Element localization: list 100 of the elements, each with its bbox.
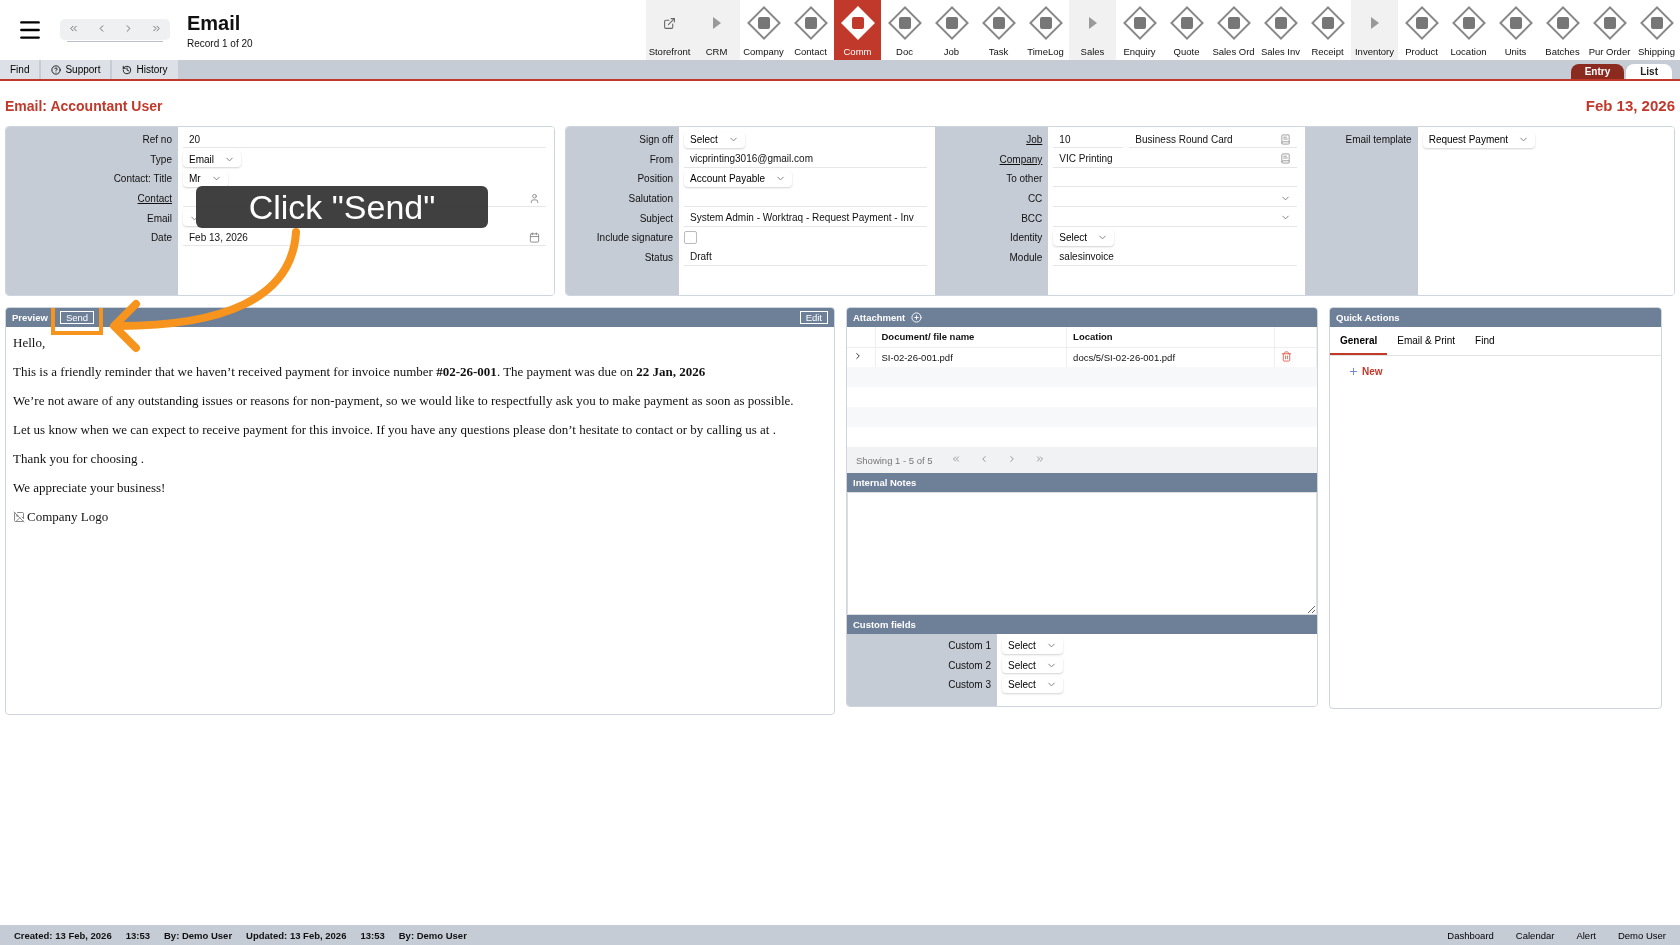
field-label: Type	[149, 153, 173, 165]
panel-title: Attachment	[853, 312, 906, 323]
field-label: Contact: Title	[112, 173, 173, 185]
status-text: By: Demo User	[164, 929, 233, 941]
column-header: Document/ file name	[875, 327, 1067, 347]
highlight-frame	[50, 308, 104, 335]
triangle-icon	[712, 17, 721, 29]
calendar-icon	[529, 231, 540, 243]
status-text: 13:53	[125, 929, 150, 941]
book-icon	[1279, 133, 1291, 145]
email-paragraph: We appreciate your business!	[13, 480, 167, 496]
lookup-field[interactable]: Business Round Card	[1129, 131, 1297, 149]
select-field[interactable]: Email	[183, 151, 241, 168]
panel-title: Preview	[12, 312, 48, 323]
help-icon	[51, 64, 62, 75]
field-label: Email template	[1344, 134, 1413, 146]
field-label-link[interactable]: Job	[935, 134, 1049, 146]
new-button[interactable]: New	[1348, 366, 1643, 377]
select-field[interactable]: Request Payment	[1422, 131, 1536, 148]
status-link[interactable]: Demo User	[1617, 929, 1666, 941]
instruction-tooltip: Click "Send"	[196, 186, 488, 228]
menu-item[interactable]: Find	[0, 60, 40, 79]
field-label: CC	[1026, 193, 1044, 205]
column-header: Location	[1066, 327, 1275, 347]
expand-icon[interactable]	[853, 351, 863, 362]
broken-image-icon	[13, 511, 25, 523]
send-button[interactable]: Send	[59, 311, 95, 324]
image-alt-text: Company Logo	[27, 509, 109, 525]
tab[interactable]: Find	[1465, 327, 1505, 355]
notes-field[interactable]	[847, 492, 1317, 615]
email-paragraph: We’re not aware of any outstanding issues or reasons for non-payment, so we would like to respectfully ask you to make payment as soon as possible.	[13, 393, 795, 409]
select-field[interactable]: Select	[1002, 657, 1063, 674]
status-text: Updated: 13 Feb, 2026	[246, 929, 347, 941]
first-icon[interactable]	[68, 23, 80, 34]
field-label-link[interactable]: Company	[935, 153, 1049, 165]
field-label: Custom 1	[947, 640, 992, 652]
last-page-icon[interactable]	[1034, 454, 1045, 464]
text-field[interactable]: salesinvoice	[1053, 248, 1297, 266]
select-field[interactable]: Mr	[183, 171, 228, 187]
record-title: Email: Accountant User	[5, 97, 163, 114]
external-link-icon	[663, 16, 676, 30]
status-text: By: Demo User	[398, 929, 467, 941]
field-label: BCC	[1020, 212, 1044, 224]
first-page-icon[interactable]	[950, 454, 961, 464]
toolbar-button[interactable]: Sales	[1069, 0, 1116, 60]
view-tab[interactable]: Entry	[1570, 64, 1625, 79]
field-label: Date	[149, 232, 173, 244]
select-field[interactable]: Select	[1002, 637, 1063, 654]
tab[interactable]: General	[1330, 327, 1388, 355]
toolbar-button[interactable]: CRM	[693, 0, 740, 60]
view-tab[interactable]: List	[1626, 64, 1672, 79]
email-paragraph: Let us know when we can expect to receive payment for this invoice. If you have any questions please don’t hesitate to contact or by calling us at .	[13, 422, 777, 438]
email-paragraph: Thank you for choosing .	[13, 451, 146, 467]
text-field[interactable]: vicprinting3016@gmail.com	[684, 150, 928, 168]
toolbar-button[interactable]: Comm	[834, 0, 881, 60]
edit-button[interactable]: Edit	[799, 311, 828, 324]
menu-item[interactable]: Support	[41, 60, 111, 79]
toolbar-button[interactable]: Inventory	[1351, 0, 1398, 60]
page-title: Email	[187, 11, 242, 35]
status-link[interactable]: Calendar	[1515, 929, 1555, 941]
add-icon[interactable]	[911, 312, 923, 323]
last-icon[interactable]	[150, 23, 162, 34]
email-paragraph: Hello,	[13, 335, 47, 351]
triangle-icon	[1370, 17, 1379, 29]
pager-text: Showing 1 - 5 of 5	[856, 454, 933, 466]
person-icon	[529, 192, 540, 204]
delete-icon[interactable]	[1281, 350, 1292, 362]
field-label: Custom 3	[947, 679, 992, 691]
checkbox[interactable]	[684, 231, 697, 245]
field-label: To other	[1005, 173, 1044, 185]
field-label-link[interactable]: Contact	[6, 193, 178, 205]
select-field[interactable]: Select	[684, 131, 745, 148]
email-paragraph: This is a friendly reminder that we haven’t received payment for invoice number #02-26-001. The payment was due on 22 Jan, 2026	[13, 364, 707, 380]
select-field[interactable]: Account Payable	[684, 171, 793, 187]
select-field[interactable]: Select	[1002, 677, 1063, 693]
text-field[interactable]: 10	[1053, 131, 1124, 149]
book-icon	[1279, 153, 1291, 165]
menu-item[interactable]: History	[112, 60, 178, 79]
tab[interactable]: Email & Print	[1387, 327, 1466, 355]
select-field[interactable]: Select	[1053, 229, 1115, 246]
text-field[interactable]: Draft	[684, 248, 928, 266]
history-icon	[122, 64, 133, 75]
field-label: Position	[636, 173, 674, 185]
field-label: Sign off	[638, 134, 674, 146]
text-field[interactable]: 20	[183, 131, 546, 149]
panel-title: Quick Actions	[1336, 312, 1400, 323]
toolbar-button[interactable]: Storefront	[646, 0, 693, 60]
plus-icon	[1348, 366, 1359, 377]
status-link[interactable]: Alert	[1576, 929, 1596, 941]
text-field[interactable]: System Admin - Worktraq - Request Payment - Inv	[684, 209, 928, 227]
field-label: Custom 2	[947, 659, 992, 671]
field-label: Include signature	[595, 232, 674, 244]
field-label: From	[648, 153, 674, 165]
date-field[interactable]: Feb 13, 2026	[183, 229, 546, 247]
field-label: Module	[1008, 251, 1044, 263]
triangle-icon	[1088, 17, 1097, 29]
status-link[interactable]: Dashboard	[1447, 929, 1494, 941]
lookup-field[interactable]: VIC Printing	[1053, 150, 1297, 168]
panel-title: Internal Notes	[853, 477, 917, 488]
field-label: Salutation	[627, 193, 674, 205]
